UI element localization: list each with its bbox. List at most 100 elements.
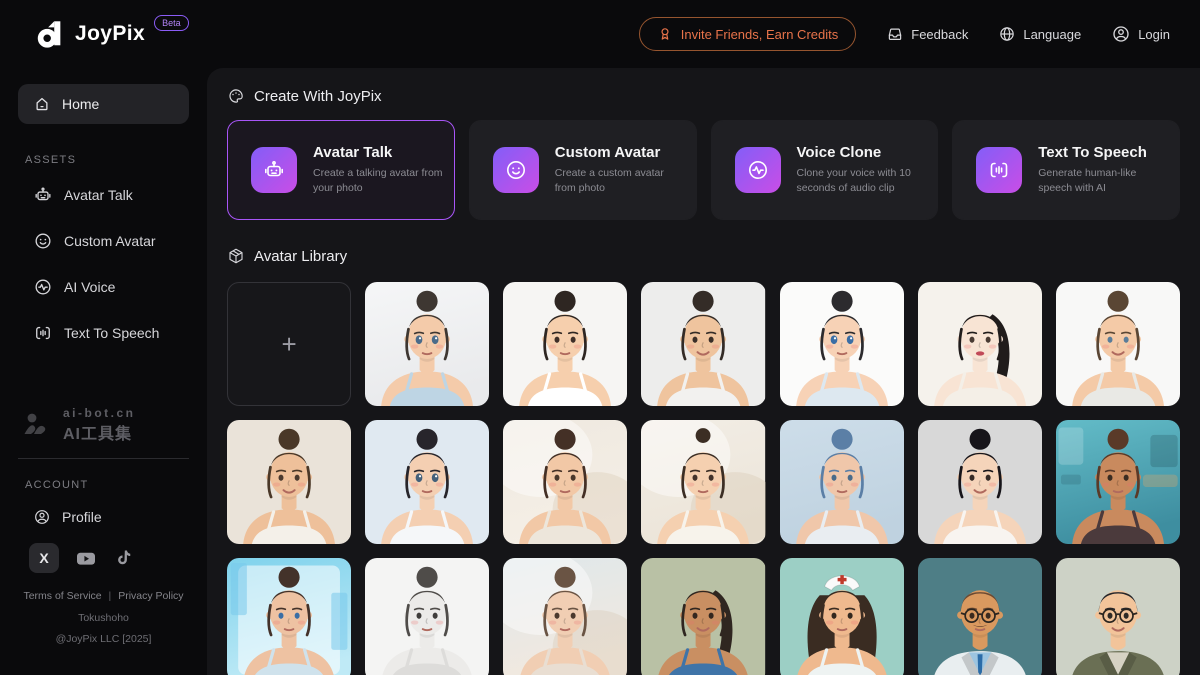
privacy-link[interactable]: Privacy Policy: [118, 590, 183, 602]
joypix-logo-icon: [34, 18, 66, 50]
avatar-tile[interactable]: [365, 282, 489, 406]
tiktok-icon[interactable]: [113, 548, 133, 568]
avatar-tile[interactable]: [641, 420, 765, 544]
card-title: Custom Avatar: [555, 144, 686, 161]
sidebar-item-ai-voice[interactable]: AI Voice: [18, 264, 189, 310]
sidebar-footer: Terms of Service | Privacy Policy Tokush…: [18, 586, 189, 651]
avatar-tile[interactable]: [641, 558, 765, 675]
profile-label: Profile: [62, 509, 102, 525]
feedback-icon: [886, 25, 904, 43]
profile-icon: [33, 508, 51, 526]
x-twitter-icon[interactable]: X: [29, 543, 59, 573]
card-description: Create a custom avatar from photo: [555, 166, 686, 196]
topbar-actions: Invite Friends, Earn Credits Feedback La…: [639, 17, 1170, 51]
cube-icon: [227, 247, 245, 265]
social-links: X: [18, 537, 189, 573]
card-avatar-talk[interactable]: Avatar Talk Create a talking avatar from …: [227, 120, 455, 220]
sidebar-item-label: Avatar Talk: [64, 187, 133, 203]
smiley-icon: [33, 231, 53, 251]
home-icon: [33, 95, 51, 113]
card-description: Generate human-like speech with AI: [1038, 166, 1169, 196]
sidebar-item-home[interactable]: Home: [18, 84, 189, 124]
tts-icon: [976, 147, 1022, 193]
card-text-to-speech[interactable]: Text To Speech Generate human-like speech…: [952, 120, 1180, 220]
avatar-tile[interactable]: [503, 420, 627, 544]
main-panel: Create With JoyPix Avatar Talk Create a t…: [207, 68, 1200, 675]
globe-icon: [998, 25, 1016, 43]
avatar-grid: +: [227, 282, 1180, 675]
invite-label: Invite Friends, Earn Credits: [681, 27, 839, 42]
card-voice-clone[interactable]: Voice Clone Clone your voice with 10 seco…: [711, 120, 939, 220]
assets-nav: Avatar Talk Custom Avatar AI Voice Text To …: [18, 172, 189, 356]
voice-wave-icon: [735, 147, 781, 193]
sidebar-home-label: Home: [62, 96, 99, 112]
sidebar-item-custom-avatar[interactable]: Custom Avatar: [18, 218, 189, 264]
tts-icon: [33, 323, 53, 343]
copyright-text: @JoyPix LLC [2025]: [18, 629, 189, 651]
sidebar-item-label: Custom Avatar: [64, 233, 156, 249]
avatar-tile[interactable]: [641, 282, 765, 406]
palette-icon: [227, 87, 245, 105]
avatar-tile[interactable]: [918, 558, 1042, 675]
avatar-tile[interactable]: [780, 282, 904, 406]
card-title: Avatar Talk: [313, 144, 444, 161]
voice-wave-icon: [33, 277, 53, 297]
smiley-icon: [493, 147, 539, 193]
avatar-tile[interactable]: [780, 420, 904, 544]
library-section-title: Avatar Library: [254, 248, 347, 265]
language-label: Language: [1023, 27, 1081, 42]
sidebar-item-label: Text To Speech: [64, 325, 159, 341]
terms-link[interactable]: Terms of Service: [23, 590, 101, 602]
card-description: Clone your voice with 10 seconds of audi…: [797, 166, 928, 196]
footer-separator: |: [109, 590, 112, 602]
create-section-header: Create With JoyPix: [227, 87, 1180, 105]
card-description: Create a talking avatar from your photo: [313, 166, 444, 196]
login-button[interactable]: Login: [1111, 24, 1170, 44]
avatar-tile[interactable]: [365, 420, 489, 544]
sidebar-item-avatar-talk[interactable]: Avatar Talk: [18, 172, 189, 218]
account-section-label: ACCOUNT: [25, 479, 189, 491]
language-button[interactable]: Language: [998, 25, 1081, 43]
login-label: Login: [1138, 27, 1170, 42]
sidebar-item-label: AI Voice: [64, 279, 115, 295]
sidebar-item-text-to-speech[interactable]: Text To Speech: [18, 310, 189, 356]
watermark-line2: AI工具集: [63, 420, 136, 444]
library-section-header: Avatar Library: [227, 247, 1180, 265]
robot-icon: [251, 147, 297, 193]
sidebar-item-profile[interactable]: Profile: [18, 497, 189, 537]
youtube-icon[interactable]: [74, 546, 98, 570]
avatar-tile[interactable]: [1056, 420, 1180, 544]
avatar-tile[interactable]: [227, 420, 351, 544]
avatar-tile[interactable]: [918, 282, 1042, 406]
avatar-tile[interactable]: [365, 558, 489, 675]
award-icon: [657, 26, 673, 42]
avatar-tile[interactable]: [1056, 282, 1180, 406]
avatar-tile[interactable]: [780, 558, 904, 675]
tokushoho-link[interactable]: Tokushoho: [18, 608, 189, 630]
avatar-tile[interactable]: [503, 282, 627, 406]
invite-friends-button[interactable]: Invite Friends, Earn Credits: [639, 17, 857, 51]
card-title: Text To Speech: [1038, 144, 1169, 161]
watermark-logo-icon: [20, 412, 54, 438]
watermark-line1: ai-bot.cn: [63, 406, 136, 420]
brand-logo[interactable]: JoyPix Beta: [34, 18, 189, 50]
plus-icon: +: [281, 329, 296, 360]
card-title: Voice Clone: [797, 144, 928, 161]
sidebar: Home ASSETS Avatar Talk Custom Avatar AI V…: [0, 68, 207, 675]
avatar-tile[interactable]: [1056, 558, 1180, 675]
assets-section-label: ASSETS: [25, 154, 189, 166]
create-section-title: Create With JoyPix: [254, 88, 382, 105]
robot-icon: [33, 185, 53, 205]
create-cards: Avatar Talk Create a talking avatar from …: [227, 120, 1180, 220]
avatar-tile[interactable]: [503, 558, 627, 675]
feedback-button[interactable]: Feedback: [886, 25, 968, 43]
add-avatar-button[interactable]: +: [227, 282, 351, 406]
avatar-tile[interactable]: [227, 558, 351, 675]
user-circle-icon: [1111, 24, 1131, 44]
feedback-label: Feedback: [911, 27, 968, 42]
card-custom-avatar[interactable]: Custom Avatar Create a custom avatar from…: [469, 120, 697, 220]
brand-name: JoyPix: [75, 18, 145, 50]
beta-badge: Beta: [154, 15, 189, 31]
avatar-tile[interactable]: [918, 420, 1042, 544]
watermark: ai-bot.cn AI工具集: [18, 406, 189, 459]
